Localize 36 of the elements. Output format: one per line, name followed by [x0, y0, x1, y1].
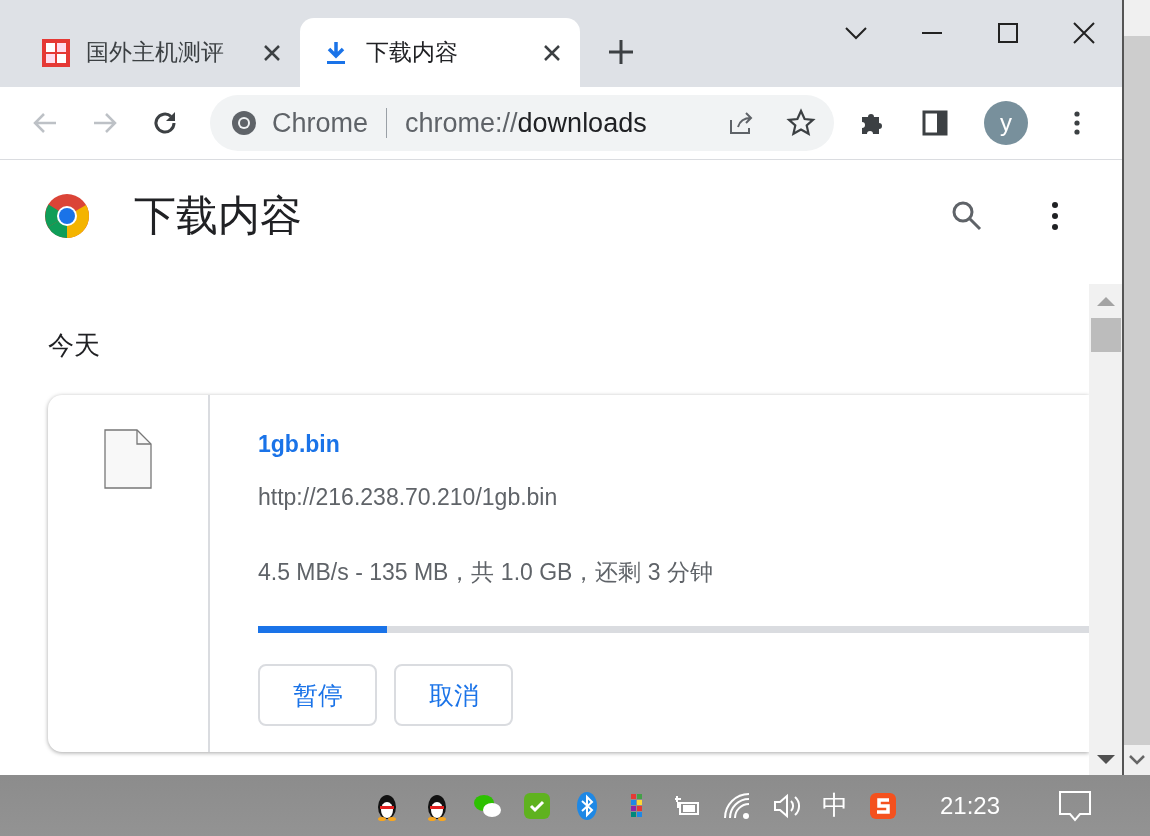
- scroll-down-icon[interactable]: [1096, 755, 1115, 765]
- scrollbar-thumb[interactable]: [1090, 318, 1121, 352]
- plus-icon[interactable]: [606, 37, 636, 67]
- page-title: 下载内容: [134, 191, 303, 241]
- profile-avatar[interactable]: y: [984, 101, 1028, 145]
- pause-button[interactable]: 暂停: [258, 664, 377, 726]
- scrollbar[interactable]: [1089, 284, 1122, 775]
- notification-icon[interactable]: [1058, 789, 1092, 822]
- shield-check-icon[interactable]: [521, 790, 552, 821]
- file-icon: [104, 429, 152, 489]
- site-label: Chrome: [272, 107, 369, 139]
- scroll-down-icon[interactable]: [1128, 755, 1146, 765]
- s-logo-icon[interactable]: [867, 790, 898, 821]
- source-url: http://216.238.70.210/1gb.bin: [258, 484, 559, 511]
- side-panel-icon[interactable]: [920, 108, 950, 138]
- download-status: 4.5 MB/s - 135 MB，共 1.0 GB，还剩 3 分钟: [258, 558, 714, 587]
- browser-tab[interactable]: 下载内容: [300, 18, 580, 87]
- tab-title: 国外主机测评: [86, 38, 225, 67]
- star-icon[interactable]: [786, 108, 816, 138]
- address-bar[interactable]: Chrome chrome://downloads: [210, 95, 834, 151]
- close-icon[interactable]: [542, 42, 562, 63]
- chrome-logo-icon: [44, 193, 90, 239]
- browser-tab[interactable]: 国外主机测评: [20, 18, 300, 87]
- clock[interactable]: 21:23: [939, 791, 1000, 820]
- close-icon[interactable]: [262, 42, 282, 63]
- input-method-indicator[interactable]: 中: [821, 788, 848, 823]
- wifi-icon[interactable]: [721, 790, 752, 821]
- date-heading: 今天: [48, 329, 101, 362]
- url-text: chrome://downloads: [405, 107, 648, 139]
- file-name-link[interactable]: 1gb.bin: [258, 431, 1089, 458]
- site-favicon-icon: [40, 36, 72, 69]
- chrome-icon: [230, 109, 258, 137]
- search-icon[interactable]: [950, 199, 984, 233]
- cancel-button[interactable]: 取消: [394, 664, 513, 726]
- scrollbar-thumb[interactable]: [1124, 36, 1150, 745]
- tab-title: 下载内容: [366, 38, 459, 67]
